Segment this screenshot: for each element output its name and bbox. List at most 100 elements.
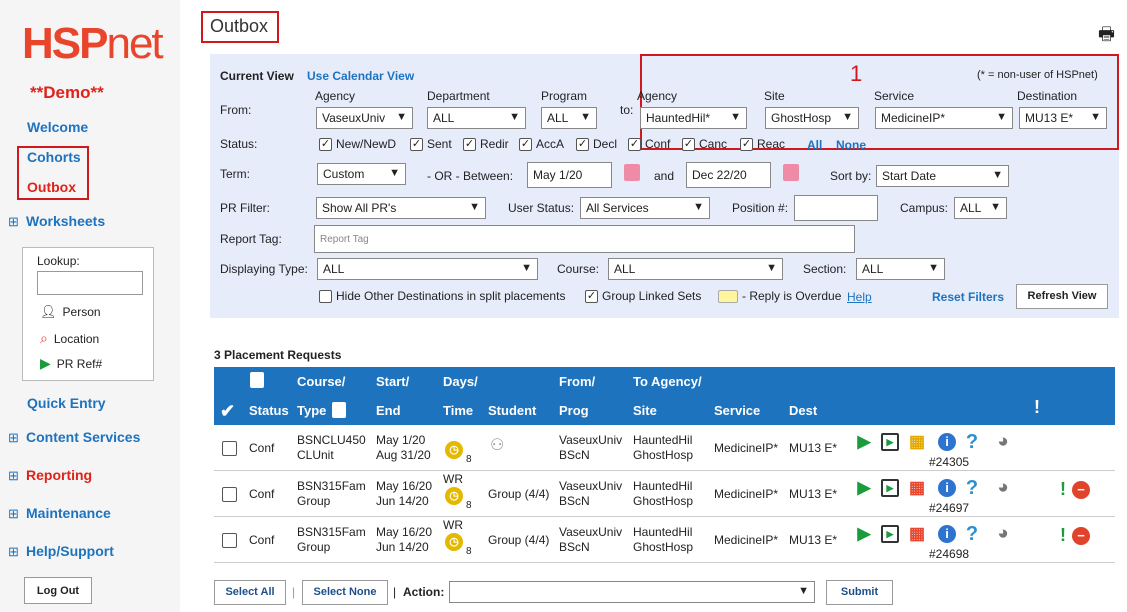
expand-icon[interactable]: ⊞ xyxy=(8,544,19,560)
to-agency-select[interactable]: HauntedHil* xyxy=(640,107,747,129)
info-icon[interactable]: i xyxy=(938,433,956,451)
header-time[interactable]: Time xyxy=(443,403,473,418)
header-dest[interactable]: Dest xyxy=(789,403,817,418)
status-all-link[interactable]: All xyxy=(807,138,822,152)
status-chart-icon[interactable]: ◕ xyxy=(994,478,1012,497)
nav-worksheets[interactable]: Worksheets xyxy=(26,213,105,229)
status-checkbox[interactable]: ✓ AccA xyxy=(519,137,564,151)
status-none-link[interactable]: None xyxy=(836,138,866,152)
calendar-play-icon[interactable]: ▶ xyxy=(881,433,899,451)
calendar-play-icon[interactable]: ▶ xyxy=(881,525,899,543)
calendar-icon[interactable] xyxy=(783,164,799,181)
calendar-icon[interactable]: ▦ xyxy=(908,433,926,451)
course-select[interactable]: ALL xyxy=(608,258,783,280)
row-checkbox[interactable] xyxy=(222,487,237,502)
print-icon[interactable]: 🖶︎ xyxy=(1098,22,1115,52)
status-checkbox[interactable]: ✓ Reac xyxy=(740,137,785,151)
status-chart-icon[interactable]: ◕ xyxy=(994,524,1012,543)
term-select[interactable]: Custom xyxy=(317,163,406,185)
lookup-input[interactable] xyxy=(37,271,143,295)
lookup-location[interactable]: ⌕ Location xyxy=(40,330,99,347)
status-checkbox[interactable]: ✓ Redir xyxy=(463,137,509,151)
nav-welcome[interactable]: Welcome xyxy=(27,119,88,135)
expand-icon[interactable]: ⊞ xyxy=(8,468,19,484)
header-service[interactable]: Service xyxy=(714,403,760,418)
from-agency-select[interactable]: VaseuxUniv xyxy=(316,107,413,129)
info-icon[interactable]: i xyxy=(938,479,956,497)
from-department-select[interactable]: ALL xyxy=(427,107,526,129)
header-prog[interactable]: Prog xyxy=(559,403,589,418)
info-icon[interactable]: i xyxy=(938,525,956,543)
row-checkbox[interactable] xyxy=(222,533,237,548)
logout-button[interactable]: Log Out xyxy=(24,577,92,604)
nav-outbox[interactable]: Outbox xyxy=(27,179,76,195)
to-destination-select[interactable]: MU13 E* xyxy=(1019,107,1107,129)
header-status[interactable]: Status xyxy=(249,403,289,418)
campus-select[interactable]: ALL xyxy=(954,197,1007,219)
expand-icon[interactable]: ⊞ xyxy=(8,214,19,230)
header-to-agency[interactable]: To Agency/ xyxy=(633,374,702,389)
cancel-icon[interactable]: − xyxy=(1072,527,1090,545)
select-none-button[interactable]: Select None xyxy=(302,580,388,605)
sort-by-select[interactable]: Start Date xyxy=(876,165,1009,187)
status-checkbox[interactable]: ✓ New/NewD xyxy=(319,137,396,151)
nav-help-support[interactable]: Help/Support xyxy=(26,543,114,559)
calendar-view-link[interactable]: Use Calendar View xyxy=(307,69,414,83)
header-start[interactable]: Start/ xyxy=(376,374,409,389)
nav-maintenance[interactable]: Maintenance xyxy=(26,505,111,521)
help-icon[interactable]: ? xyxy=(963,432,981,452)
header-student[interactable]: Student xyxy=(488,403,536,418)
status-checkbox[interactable]: ✓ Decl xyxy=(576,137,617,151)
header-site[interactable]: Site xyxy=(633,403,657,418)
calendar-icon[interactable]: ▦ xyxy=(908,479,926,497)
calendar-icon[interactable]: ▦ xyxy=(908,525,926,543)
submit-button[interactable]: Submit xyxy=(826,580,893,605)
help-icon[interactable]: ? xyxy=(963,524,981,544)
status-checkbox[interactable]: ✓ Conf xyxy=(628,137,670,151)
select-all-button[interactable]: Select All xyxy=(214,580,286,605)
reset-filters-link[interactable]: Reset Filters xyxy=(932,290,1004,304)
nav-quick-entry[interactable]: Quick Entry xyxy=(27,395,106,411)
lookup-person[interactable]: 👤︎ Person xyxy=(40,304,101,320)
header-course[interactable]: Course/ xyxy=(297,374,345,389)
nav-cohorts[interactable]: Cohorts xyxy=(27,149,81,165)
hide-other-checkbox[interactable]: Hide Other Destinations in split placeme… xyxy=(319,289,565,303)
action-select[interactable] xyxy=(449,581,815,603)
header-from[interactable]: From/ xyxy=(559,374,595,389)
row-student[interactable]: Group (4/4) xyxy=(488,533,549,548)
to-site-select[interactable]: GhostHosp xyxy=(765,107,859,129)
play-icon[interactable]: ▶ xyxy=(855,433,873,451)
status-chart-icon[interactable]: ◕ xyxy=(994,432,1012,451)
refresh-view-button[interactable]: Refresh View xyxy=(1016,284,1108,309)
nav-reporting[interactable]: Reporting xyxy=(26,467,92,483)
lookup-pr-ref[interactable]: ▶ PR Ref# xyxy=(40,355,102,372)
end-date-input[interactable]: Dec 22/20 xyxy=(686,162,771,188)
play-icon[interactable]: ▶ xyxy=(855,525,873,543)
expand-icon[interactable]: ⊞ xyxy=(8,430,19,446)
calendar-play-icon[interactable]: ▶ xyxy=(881,479,899,497)
displaying-type-select[interactable]: ALL xyxy=(317,258,538,280)
row-student[interactable]: Group (4/4) xyxy=(488,487,549,502)
header-days[interactable]: Days/ xyxy=(443,374,478,389)
table-row[interactable]: Conf BSN315Fam Group May 16/20 Jun 14/20 WR Va… xyxy=(214,471,1115,517)
hspnet-logo[interactable]: HSPnet xyxy=(22,14,164,74)
select-all-checkmark[interactable]: ✔ xyxy=(220,401,235,422)
start-date-input[interactable]: May 1/20 xyxy=(527,162,612,188)
pr-filter-select[interactable]: Show All PR's xyxy=(316,197,486,219)
play-icon[interactable]: ▶ xyxy=(855,479,873,497)
report-tag-input[interactable]: Report Tag xyxy=(314,225,855,253)
cancel-icon[interactable]: − xyxy=(1072,481,1090,499)
user-status-select[interactable]: All Services xyxy=(580,197,710,219)
expand-icon[interactable]: ⊞ xyxy=(8,506,19,522)
table-row[interactable]: Conf BSN315Fam Group May 16/20 Jun 14/20 WR Va… xyxy=(214,517,1115,563)
calendar-icon[interactable] xyxy=(624,164,640,181)
section-select[interactable]: ALL xyxy=(856,258,945,280)
header-type[interactable]: Type xyxy=(297,403,326,418)
to-service-select[interactable]: MedicineIP* xyxy=(875,107,1013,129)
table-row[interactable]: Conf BSNCLU450 CLUnit May 1/20 Aug 31/20 Vase… xyxy=(214,425,1115,471)
from-program-select[interactable]: ALL xyxy=(541,107,597,129)
status-checkbox[interactable]: ✓ Sent xyxy=(410,137,452,151)
row-checkbox[interactable] xyxy=(222,441,237,456)
header-end[interactable]: End xyxy=(376,403,401,418)
position-input[interactable] xyxy=(794,195,878,221)
